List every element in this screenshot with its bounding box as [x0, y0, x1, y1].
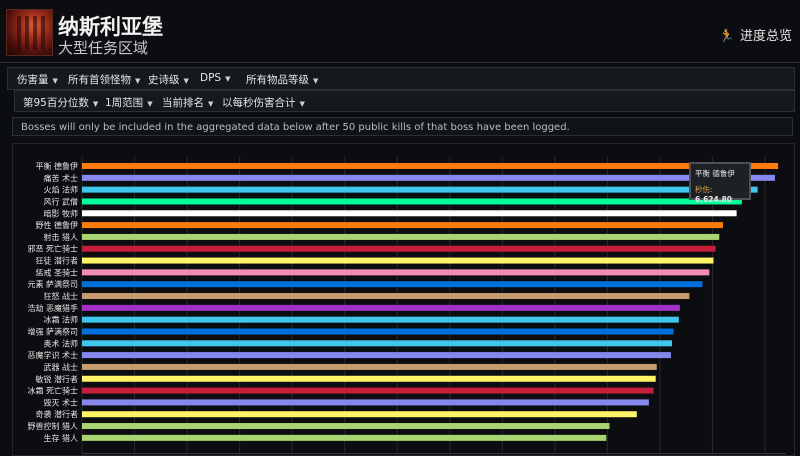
category-label: 狂徒 潜行者: [35, 256, 78, 266]
category-label: 野兽控制 猎人: [27, 421, 78, 431]
category-label: 浩劫 恶魔猎手: [27, 303, 78, 313]
bar[interactable]: [82, 411, 637, 418]
category-label: 武器 战士: [43, 362, 78, 372]
bar[interactable]: [82, 423, 610, 430]
bar[interactable]: [82, 269, 710, 276]
bar[interactable]: [82, 222, 723, 229]
bar[interactable]: [82, 340, 672, 347]
category-label: 恶魔学识 术士: [27, 350, 78, 360]
filter-itemlevel-dropdown[interactable]: 所有物品等级 ▼: [246, 72, 318, 87]
category-label: 邪恶 死亡骑士: [27, 244, 78, 254]
filter-aggregate-label: 以每秒伤害合计: [222, 97, 296, 109]
bar[interactable]: [82, 174, 775, 181]
bar[interactable]: [82, 281, 703, 288]
running-person-icon: 🏃: [718, 29, 735, 44]
bar[interactable]: [82, 363, 657, 370]
info-notice: Bosses will only be included in the aggr…: [12, 117, 793, 136]
bar[interactable]: [82, 304, 680, 311]
bar[interactable]: [82, 387, 654, 394]
chevron-down-icon: ▼: [225, 75, 231, 83]
category-label: 痛苦 术士: [43, 173, 78, 183]
category-label: 暗影 牧师: [43, 208, 78, 218]
tooltip-spec-name: 平衡 德鲁伊: [695, 169, 735, 178]
progress-overview-link[interactable]: 🏃 进度总览: [719, 25, 792, 44]
category-label: 生存 猎人: [43, 433, 78, 443]
category-label: 射击 猎人: [43, 232, 78, 242]
bar[interactable]: [82, 163, 779, 169]
zone-image-icon: [6, 9, 53, 56]
filter-ranking-dropdown[interactable]: 当前排名 ▼: [162, 95, 213, 110]
zone-header: 纳斯利亚堡 大型任务区域 🏃 进度总览: [0, 0, 800, 63]
chevron-down-icon: ▼: [52, 77, 58, 85]
filter-role-label: DPS: [200, 72, 222, 84]
bar[interactable]: [82, 352, 671, 359]
filter-metric-dropdown[interactable]: 伤害量 ▼: [17, 72, 58, 87]
filter-percentile-label: 第95百分位数: [23, 97, 89, 109]
category-label: 冰霜 法师: [43, 315, 78, 325]
filter-itemlevel-label: 所有物品等级: [246, 74, 309, 86]
filter-boss-label: 所有首领怪物: [68, 74, 131, 86]
progress-overview-label: 进度总览: [739, 29, 792, 44]
bar[interactable]: [82, 399, 649, 406]
chevron-down-icon: ▼: [183, 77, 189, 85]
category-label: 毁灭 术士: [43, 397, 78, 407]
category-label: 敏锐 潜行者: [35, 374, 78, 384]
bar[interactable]: [82, 245, 716, 252]
filter-bar-primary: 伤害量 ▼ 所有首领怪物 ▼ 史诗级 ▼ DPS ▼ 所有物品等级 ▼: [7, 67, 795, 90]
bar[interactable]: [82, 328, 674, 335]
bar[interactable]: [82, 186, 758, 193]
filter-difficulty-label: 史诗级: [148, 74, 180, 86]
filter-timerange-label: 1周范围: [105, 97, 144, 109]
category-label: 增强 萨满祭司: [27, 326, 78, 336]
filter-difficulty-dropdown[interactable]: 史诗级 ▼: [148, 72, 189, 87]
tooltip-label: 秒伤:: [695, 185, 713, 194]
chevron-down-icon: ▼: [92, 100, 99, 108]
filter-percentile-dropdown[interactable]: 第95百分位数 ▼: [23, 95, 98, 110]
bar[interactable]: [82, 257, 714, 264]
category-label: 风行 武僧: [43, 196, 78, 206]
category-label: 狂怒 战士: [43, 291, 78, 301]
category-label: 野性 德鲁伊: [35, 220, 78, 230]
chevron-down-icon: ▼: [299, 100, 305, 108]
bar[interactable]: [82, 293, 690, 300]
filter-boss-dropdown[interactable]: 所有首领怪物 ▼: [68, 72, 140, 87]
category-label: 元素 萨满祭司: [27, 279, 78, 289]
bar[interactable]: [82, 198, 742, 205]
chevron-down-icon: ▼: [135, 77, 141, 85]
chevron-down-icon: ▼: [147, 100, 153, 108]
filter-metric-label: 伤害量: [17, 74, 49, 86]
bar[interactable]: [82, 210, 737, 217]
category-label: 奇袭 潜行者: [35, 409, 78, 419]
dps-bar-chart: 05001,0001,5002,0002,5003,0003,5004,0004…: [27, 156, 786, 455]
category-label: 冰霜 死亡骑士: [27, 386, 78, 396]
category-label: 奥术 法师: [43, 338, 78, 348]
bar[interactable]: [82, 375, 656, 382]
chevron-down-icon: ▼: [208, 100, 214, 108]
bar[interactable]: [82, 316, 679, 323]
tooltip-value: 6,624.80: [695, 195, 733, 204]
category-label: 火焰 法师: [43, 185, 78, 195]
chart-tooltip: 平衡 德鲁伊 秒伤: 6,624.80: [689, 162, 751, 204]
filter-bar-secondary: 第95百分位数 ▼ 1周范围 ▼ 当前排名 ▼ 以每秒伤害合计 ▼: [14, 90, 795, 112]
chart-panel: 05001,0001,5002,0002,5003,0003,5004,0004…: [12, 143, 795, 456]
bar[interactable]: [82, 233, 720, 240]
zone-subtitle: 大型任务区域: [58, 39, 149, 57]
filter-aggregate-dropdown[interactable]: 以每秒伤害合计 ▼: [222, 95, 305, 110]
category-label: 平衡 德鲁伊: [35, 161, 78, 171]
chevron-down-icon: ▼: [313, 77, 319, 85]
bar[interactable]: [82, 434, 607, 441]
category-label: 惩戒 圣骑士: [35, 267, 78, 277]
filter-role-dropdown[interactable]: DPS ▼: [200, 72, 230, 84]
filter-ranking-label: 当前排名: [162, 97, 204, 109]
filter-timerange-dropdown[interactable]: 1周范围 ▼: [105, 95, 153, 110]
